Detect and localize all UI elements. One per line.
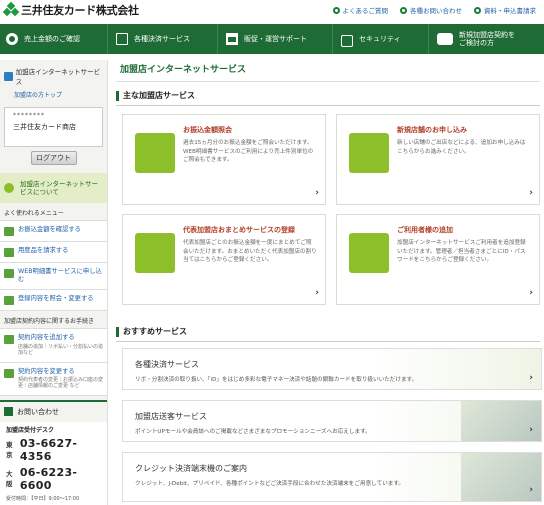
frequent-menu-heading: よく使われるメニュー [0,203,107,221]
menu-icon [4,296,14,306]
left-sidebar: 加盟店インターネットサービス 加盟店の方トップ ******** 三井住友カード… [0,60,108,505]
contact-hours: 受付時間：【平日】9:00〜17:00 [6,495,80,502]
nav-sales-amount[interactable]: 売上金額のご確認 [0,24,108,54]
rec-customer-referral[interactable]: 加盟店送客サービス ポイントUPモールや会員誌へのご掲載などさまざまなプロモーシ… [122,400,542,442]
faq-link[interactable]: よくあるご質問 [332,5,388,15]
speech-bubble-icon [4,183,14,193]
card-transfer-inquiry[interactable]: お振込金額照会 過去15ヵ月分のお振込金額をご照会いただけます。WEB明細書サー… [122,114,326,205]
global-nav: 売上金額のご確認 各種決済サービス 販促・運営サポート セキュリティ 新規加盟店… [0,24,544,54]
service-icon [4,71,13,81]
calendar-icon [226,33,238,45]
service-cards: お振込金額照会 過去15ヵ月分のお振込金額をご照会いただけます。WEB明細書サー… [116,114,540,305]
contact-desk: 加盟店受付デスク [6,426,55,434]
main-content: 加盟店インターネットサービス 主な加盟店サービス お振込金額照会 過去15ヵ月分… [116,60,542,505]
logout-button[interactable]: ログアウト [30,151,77,165]
merchant-top-link[interactable]: 加盟店の方トップ [0,88,107,103]
handshake-icon [437,33,453,45]
sidebar-item-web-statement[interactable]: WEB明細書サービスに申し込む [0,263,107,291]
service-about-banner[interactable]: 加盟店インターネットサービスについて [0,173,107,203]
nav-security[interactable]: セキュリティ [333,24,429,54]
nav-payment-services[interactable]: 各種決済サービス [108,24,218,54]
heading-bar [116,90,119,101]
document-request-link[interactable]: 資料・申込書請求 [474,5,536,15]
promo-photo [461,401,541,441]
contract-heading: 加盟店契約内容に関するお手続き [0,311,107,330]
user-name: 三井住友カード商店 [13,123,76,131]
card-new-store[interactable]: 新規店舗のお申し込み 新しい店舗のご出店などによる、追加お申し込みはこちらからお… [336,114,540,205]
chevron-right-icon: › [315,288,319,298]
document-icon [116,33,128,45]
chevron-right-icon: › [529,188,533,198]
sidebar-item-add-contract[interactable]: 契約内容を追加する 店舗の追加｜リボ払い・分割払いの追加など [0,329,107,363]
heading-bar [116,326,119,337]
logo-text: 三井住友カード株式会社 [21,4,139,17]
add-user-icon [349,233,389,273]
chevron-right-icon: › [529,425,533,435]
arrow-circle-icon [332,6,340,14]
sidebar-item-supplies[interactable]: 用度品を請求する [0,242,107,263]
contact-box: 加盟店受付デスク 東京 03-6627-4356 大阪 06-6223-6600 受… [0,421,107,505]
company-logo[interactable]: 三井住友カード株式会社 [2,1,139,18]
chevron-right-icon: › [315,188,319,198]
contact-link[interactable]: 各種お問い合わせ [400,5,462,15]
chevron-right-icon: › [529,373,533,383]
sidebar-item-transfer[interactable]: お振込金額を確認する [0,221,107,242]
page-title: 加盟店インターネットサービス [116,60,540,82]
tel-tokyo: 東京 03-6627-4356 [6,436,78,463]
contact-heading: お問い合わせ [0,399,107,422]
nav-new-contract[interactable]: 新規加盟店契約を ご検討の方 [429,24,544,54]
arrow-circle-icon [474,6,481,14]
menu-icon [4,269,14,278]
recommended-heading: おすすめサービス [116,326,540,342]
card-representative-merchant[interactable]: 代表加盟店おまとめサービスの登録 代表加盟店ごとのお振込金額を一度にまとめてご照… [122,214,326,305]
menu-icon [4,227,14,236]
menu-icon [4,368,14,378]
sidebar-item-change-contract[interactable]: 契約内容を変更する 契約代表者の変更｜お振込み口座の変更｜店舗情報のご変更 など [0,362,107,396]
phone-icon [4,407,13,417]
sidebar-item-registration[interactable]: 登録内容を照会・変更する [0,290,107,312]
card-add-user[interactable]: ご利用者様の追加 加盟店インターネットサービスご利用者を追加登録いただけます。管… [336,214,540,305]
arrow-circle-icon [400,6,407,14]
rec-payment-terminal[interactable]: クレジット決済端末機のご案内 クレジット、J-Debit、プリペイド、各種ポイン… [122,452,542,502]
chevron-right-icon: › [529,485,533,495]
tel-osaka: 大阪 06-6223-6600 [6,465,78,492]
menu-icon [4,335,14,345]
nav-sales-support[interactable]: 販促・運営サポート [218,24,333,54]
top-links: よくあるご質問 各種お問い合わせ 資料・申込書請求 [332,5,536,15]
lock-icon [341,35,353,47]
main-services-heading: 主な加盟店サービス [116,90,540,106]
chevron-right-icon: › [529,288,533,298]
site-header: 三井住友カード株式会社 よくあるご質問 各種お問い合わせ 資料・申込書請求 [0,0,544,24]
checklist-icon [349,133,389,173]
org-chart-icon [135,233,175,273]
sidebar-title[interactable]: 加盟店インターネットサービス [0,60,107,88]
circle-icon [6,33,18,45]
user-info-box: ******** 三井住友カード商店 [4,107,103,147]
menu-icon [4,248,14,257]
logo-mark-icon [2,1,20,17]
user-id: ******** [13,112,45,119]
rec-payment-services[interactable]: 各種決済サービス リボ・分割決済の取り扱い、「iD」をはじめ多彩な電子マネー決済… [122,348,542,390]
computer-icon [135,133,175,173]
